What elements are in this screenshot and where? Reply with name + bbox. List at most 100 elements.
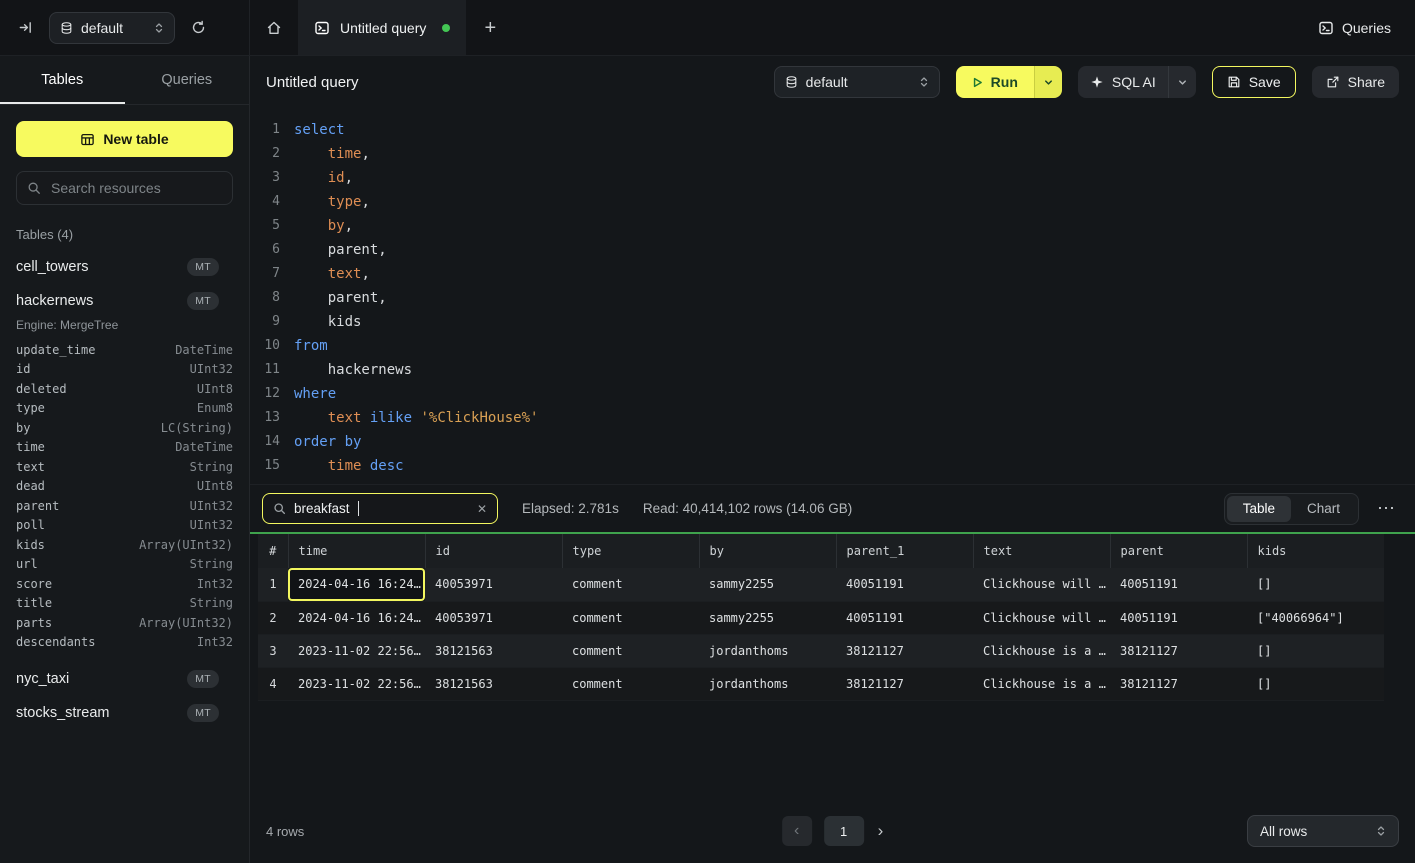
- table-cell[interactable]: 2023-11-02 22:56…: [288, 634, 425, 667]
- topbar-database-selector[interactable]: default: [49, 12, 175, 44]
- column-row[interactable]: descendantsInt32: [16, 633, 233, 653]
- table-cell[interactable]: 1: [258, 568, 288, 601]
- table-cell[interactable]: 40053971: [425, 568, 562, 601]
- table-cell[interactable]: []: [1247, 568, 1384, 601]
- table-cell[interactable]: 40051191: [1110, 568, 1247, 601]
- table-cell[interactable]: 38121127: [836, 667, 973, 700]
- column-header[interactable]: parent_1: [836, 534, 973, 568]
- table-cell[interactable]: 2: [258, 601, 288, 634]
- next-page-button[interactable]: ›: [878, 821, 884, 841]
- table-cell[interactable]: []: [1247, 634, 1384, 667]
- table-cell[interactable]: 2023-11-02 22:56…: [288, 667, 425, 700]
- column-header[interactable]: type: [562, 534, 699, 568]
- table-cell[interactable]: 40051191: [836, 568, 973, 601]
- sql-ai-button[interactable]: SQL AI: [1078, 66, 1168, 98]
- table-item[interactable]: hackernewsMT: [16, 284, 233, 318]
- table-cell[interactable]: 40053971: [425, 601, 562, 634]
- queries-icon: [1318, 20, 1334, 36]
- table-cell[interactable]: comment: [562, 634, 699, 667]
- column-row[interactable]: textString: [16, 457, 233, 477]
- column-row[interactable]: scoreInt32: [16, 574, 233, 594]
- column-header[interactable]: time: [288, 534, 425, 568]
- column-row[interactable]: deletedUInt8: [16, 379, 233, 399]
- table-cell[interactable]: 38121127: [1110, 667, 1247, 700]
- sql-ai-options-button[interactable]: [1168, 66, 1196, 98]
- new-table-button[interactable]: New table: [16, 121, 233, 157]
- sidebar-search[interactable]: [16, 171, 233, 205]
- sidebar-search-input[interactable]: [49, 179, 222, 197]
- table-cell[interactable]: 2024-04-16 16:24…: [288, 568, 425, 601]
- column-row[interactable]: urlString: [16, 555, 233, 575]
- save-button[interactable]: Save: [1212, 66, 1296, 98]
- rows-per-page-selector[interactable]: All rows: [1247, 815, 1399, 847]
- column-row[interactable]: titleString: [16, 594, 233, 614]
- column-header[interactable]: parent: [1110, 534, 1247, 568]
- table-cell[interactable]: 38121127: [836, 634, 973, 667]
- share-button[interactable]: Share: [1312, 66, 1399, 98]
- column-row[interactable]: kidsArray(UInt32): [16, 535, 233, 555]
- sql-editor[interactable]: 1select2 time,3 id,4 type,5 by,6 parent,…: [250, 108, 1415, 484]
- table-cell[interactable]: Clickhouse is a …: [973, 634, 1110, 667]
- line-number: 9: [250, 310, 280, 334]
- table-cell[interactable]: sammy2255: [699, 568, 836, 601]
- column-header[interactable]: #: [258, 534, 288, 568]
- current-page[interactable]: 1: [824, 816, 864, 846]
- column-header[interactable]: text: [973, 534, 1110, 568]
- new-tab-button[interactable]: +: [466, 0, 514, 55]
- clear-search-button[interactable]: ✕: [477, 502, 487, 516]
- column-header[interactable]: id: [425, 534, 562, 568]
- table-cell[interactable]: 2024-04-16 16:24…: [288, 601, 425, 634]
- column-row[interactable]: typeEnum8: [16, 399, 233, 419]
- tab-untitled-query[interactable]: Untitled query: [298, 0, 466, 55]
- run-options-button[interactable]: [1034, 66, 1062, 98]
- tab-home[interactable]: [250, 0, 298, 55]
- prev-page-button[interactable]: ‹: [782, 816, 812, 846]
- queries-button[interactable]: Queries: [1318, 20, 1391, 36]
- table-cell[interactable]: Clickhouse will …: [973, 601, 1110, 634]
- table-cell[interactable]: Clickhouse will …: [973, 568, 1110, 601]
- column-header[interactable]: kids: [1247, 534, 1384, 568]
- column-name: parent: [16, 499, 59, 513]
- table-cell[interactable]: comment: [562, 601, 699, 634]
- table-cell[interactable]: 40051191: [1110, 601, 1247, 634]
- code-text: type,: [294, 190, 370, 214]
- table-item[interactable]: nyc_taxiMT: [16, 662, 233, 696]
- sidebar-tab-tables[interactable]: Tables: [0, 56, 125, 104]
- query-database-selector[interactable]: default: [774, 66, 940, 98]
- code-token: [294, 290, 328, 306]
- table-item[interactable]: cell_towersMT: [16, 250, 233, 284]
- column-row[interactable]: byLC(String): [16, 418, 233, 438]
- column-row[interactable]: pollUInt32: [16, 516, 233, 536]
- table-cell[interactable]: 38121563: [425, 667, 562, 700]
- results-search-input[interactable]: breakfast ✕: [262, 493, 498, 524]
- table-cell[interactable]: ["40066964"]: [1247, 601, 1384, 634]
- table-cell[interactable]: 38121127: [1110, 634, 1247, 667]
- view-toggle-chart[interactable]: Chart: [1291, 496, 1356, 522]
- table-cell[interactable]: 4: [258, 667, 288, 700]
- column-row[interactable]: partsArray(UInt32): [16, 613, 233, 633]
- table-cell[interactable]: Clickhouse is a …: [973, 667, 1110, 700]
- column-row[interactable]: timeDateTime: [16, 438, 233, 458]
- column-row[interactable]: parentUInt32: [16, 496, 233, 516]
- table-cell[interactable]: sammy2255: [699, 601, 836, 634]
- more-options-button[interactable]: ⋯: [1373, 496, 1399, 521]
- table-cell[interactable]: jordanthoms: [699, 634, 836, 667]
- table-cell[interactable]: comment: [562, 667, 699, 700]
- column-row[interactable]: deadUInt8: [16, 477, 233, 497]
- view-toggle-table[interactable]: Table: [1227, 496, 1291, 522]
- column-header[interactable]: by: [699, 534, 836, 568]
- column-row[interactable]: update_timeDateTime: [16, 340, 233, 360]
- sidebar-tab-queries[interactable]: Queries: [125, 56, 250, 104]
- table-cell[interactable]: 38121563: [425, 634, 562, 667]
- table-cell[interactable]: 3: [258, 634, 288, 667]
- collapse-sidebar-button[interactable]: [12, 14, 39, 41]
- column-row[interactable]: idUInt32: [16, 360, 233, 380]
- run-button[interactable]: Run: [956, 66, 1034, 98]
- table-cell[interactable]: 40051191: [836, 601, 973, 634]
- table-item[interactable]: stocks_streamMT: [16, 696, 233, 730]
- table-cell[interactable]: jordanthoms: [699, 667, 836, 700]
- table-cell[interactable]: comment: [562, 568, 699, 601]
- refresh-button[interactable]: [185, 14, 212, 41]
- code-token: select: [294, 122, 345, 138]
- table-cell[interactable]: []: [1247, 667, 1384, 700]
